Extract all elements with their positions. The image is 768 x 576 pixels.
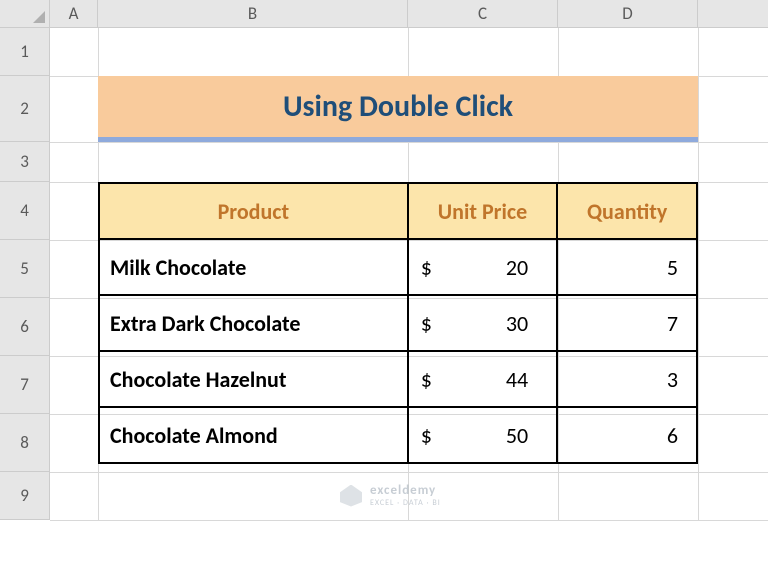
price-value: 44 <box>506 366 528 393</box>
row-header-column: 1 2 3 4 5 6 7 8 9 <box>0 28 50 520</box>
currency-symbol: $ <box>421 310 432 337</box>
column-header-D[interactable]: D <box>558 0 698 27</box>
title-cell[interactable]: Using Double Click <box>98 76 698 142</box>
currency-symbol: $ <box>421 422 432 449</box>
row-header-3[interactable]: 3 <box>0 142 49 182</box>
table-header-row: Product Unit Price Quantity <box>99 183 697 239</box>
column-header-row: A B C D <box>0 0 768 28</box>
price-value: 50 <box>506 422 528 449</box>
watermark-tagline: EXCEL · DATA · BI <box>370 498 441 508</box>
cell-grid[interactable]: Using Double Click Product Unit Price Qu… <box>50 28 768 520</box>
cell-price[interactable]: $50 <box>408 407 557 463</box>
table-row: Extra Dark Chocolate $30 7 <box>99 295 697 351</box>
table-row: Chocolate Almond $50 6 <box>99 407 697 463</box>
price-value: 20 <box>506 254 528 281</box>
header-unit-price[interactable]: Unit Price <box>408 183 557 239</box>
column-header-B[interactable]: B <box>98 0 408 27</box>
title-text: Using Double Click <box>283 88 513 125</box>
currency-symbol: $ <box>421 254 432 281</box>
row-header-9[interactable]: 9 <box>0 472 49 520</box>
header-product[interactable]: Product <box>99 183 408 239</box>
table-row: Milk Chocolate $20 5 <box>99 239 697 295</box>
select-all-corner[interactable] <box>0 0 50 27</box>
cell-product[interactable]: Milk Chocolate <box>99 239 408 295</box>
cell-product[interactable]: Chocolate Hazelnut <box>99 351 408 407</box>
row-header-7[interactable]: 7 <box>0 356 49 414</box>
spreadsheet: A B C D 1 2 3 4 5 6 7 8 9 <box>0 0 768 576</box>
watermark-logo-icon <box>340 485 362 507</box>
data-table: Product Unit Price Quantity Milk Chocola… <box>98 182 698 464</box>
cell-price[interactable]: $30 <box>408 295 557 351</box>
row-header-5[interactable]: 5 <box>0 240 49 298</box>
cell-qty[interactable]: 6 <box>557 407 697 463</box>
table-row: Chocolate Hazelnut $44 3 <box>99 351 697 407</box>
row-header-1[interactable]: 1 <box>0 28 49 76</box>
cell-product[interactable]: Extra Dark Chocolate <box>99 295 408 351</box>
watermark: exceldemy EXCEL · DATA · BI <box>340 483 441 508</box>
cell-qty[interactable]: 5 <box>557 239 697 295</box>
cell-qty[interactable]: 7 <box>557 295 697 351</box>
header-quantity[interactable]: Quantity <box>557 183 697 239</box>
row-header-2[interactable]: 2 <box>0 76 49 142</box>
row-header-4[interactable]: 4 <box>0 182 49 240</box>
row-header-8[interactable]: 8 <box>0 414 49 472</box>
row-header-6[interactable]: 6 <box>0 298 49 356</box>
cell-price[interactable]: $44 <box>408 351 557 407</box>
column-header-A[interactable]: A <box>50 0 98 27</box>
currency-symbol: $ <box>421 366 432 393</box>
cell-qty[interactable]: 3 <box>557 351 697 407</box>
column-header-C[interactable]: C <box>408 0 558 27</box>
cell-product[interactable]: Chocolate Almond <box>99 407 408 463</box>
watermark-brand: exceldemy <box>370 483 436 498</box>
price-value: 30 <box>506 310 528 337</box>
cell-price[interactable]: $20 <box>408 239 557 295</box>
